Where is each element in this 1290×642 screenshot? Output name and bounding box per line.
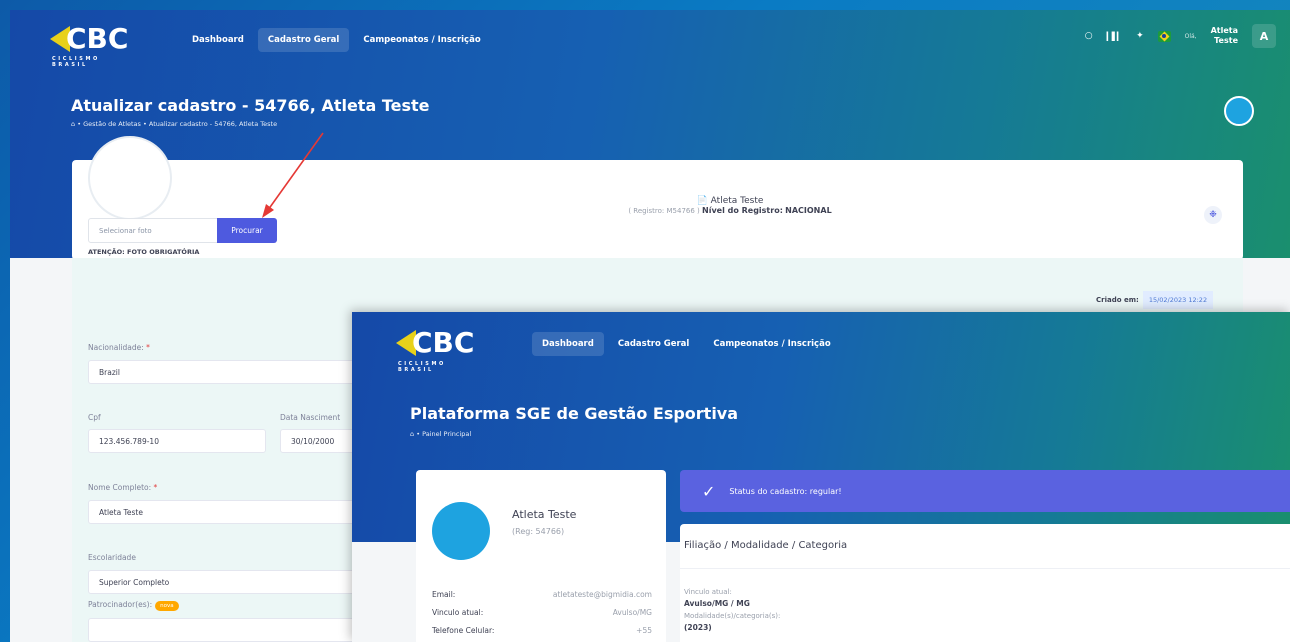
nome-label: Nome Completo: * xyxy=(88,483,158,492)
cbc-logo[interactable]: CBC CICLISMO BRASIL xyxy=(50,22,128,68)
procurar-button[interactable]: Procurar xyxy=(217,218,277,243)
breadcrumb: ⌂ • Gestão de Atletas • Atualizar cadast… xyxy=(71,120,278,128)
nova-badge: nova xyxy=(155,601,179,611)
globe-avatar-icon[interactable] xyxy=(1224,96,1254,126)
nacionalidade-label: Nacionalidade: * xyxy=(88,343,150,352)
photo-warning: ATENÇÃO: FOTO OBRIGATÓRIA xyxy=(88,248,200,256)
settings-icon[interactable]: ❉ xyxy=(1204,206,1222,224)
dashboard-screen: CBC CICLISMO BRASIL Dashboard Cadastro G… xyxy=(352,312,1290,642)
greeting: Olá, xyxy=(1184,32,1197,40)
breadcrumb: ⌂ • Painel Principal xyxy=(410,430,472,438)
check-icon: ✓ xyxy=(702,481,716,501)
nav-cadastro-geral[interactable]: Cadastro Geral xyxy=(608,332,700,356)
escolaridade-label: Escolaridade xyxy=(88,553,136,562)
stats-icon[interactable]: ▎▌▎ xyxy=(1107,32,1124,41)
cpf-label: Cpf xyxy=(88,413,101,422)
athlete-globe-avatar xyxy=(432,502,490,560)
modalidade-label: Modalidade(s)/categoria(s): xyxy=(684,612,781,620)
user-avatar[interactable]: A xyxy=(1252,24,1276,48)
cbc-logo[interactable]: CBC CICLISMO BRASIL xyxy=(396,326,474,373)
brazil-flag-icon[interactable] xyxy=(1157,30,1171,42)
modalidade-value: (2023) xyxy=(684,623,712,632)
home-icon[interactable]: ⌂ xyxy=(410,430,414,438)
home-icon[interactable]: ⌂ xyxy=(71,120,75,128)
nav-dashboard[interactable]: Dashboard xyxy=(532,332,604,356)
main-nav: Dashboard Cadastro Geral Campeonatos / I… xyxy=(532,332,841,356)
athlete-reg: (Reg: 54766) xyxy=(512,527,565,536)
cpf-field[interactable]: 123.456.789-10 xyxy=(88,429,266,453)
photo-file-input[interactable]: Selecionar foto xyxy=(88,218,228,243)
nascimento-label: Data Nasciment xyxy=(280,413,341,422)
filiacao-title: Filiação / Modalidade / Categoria xyxy=(684,540,848,551)
patrocinador-field[interactable] xyxy=(88,618,368,642)
patrocinador-label: Patrocinador(es): nova xyxy=(88,600,179,611)
status-banner: ✓ Status do cadastro: regular! xyxy=(680,470,1290,512)
page-title: Atualizar cadastro - 54766, Atleta Teste xyxy=(71,96,430,115)
page-title: Plataforma SGE de Gestão Esportiva xyxy=(410,404,739,423)
nav-dashboard[interactable]: Dashboard xyxy=(182,28,254,52)
vinculo-row: Vinculo atual: Avulso/MG xyxy=(432,608,652,617)
photo-placeholder xyxy=(88,136,172,220)
nav-cadastro-geral[interactable]: Cadastro Geral xyxy=(257,28,350,52)
vinculo-atual-label: Vinculo atual: xyxy=(684,588,732,596)
escolaridade-select[interactable]: Superior Completo xyxy=(88,570,368,594)
nacionalidade-select[interactable]: Brazil xyxy=(88,360,368,384)
nav-campeonatos[interactable]: Campeonatos / Inscrição xyxy=(703,332,840,356)
apps-icon[interactable]: ✦ xyxy=(1136,31,1144,41)
nav-campeonatos[interactable]: Campeonatos / Inscrição xyxy=(353,28,490,52)
athlete-name: Atleta Teste xyxy=(512,508,577,521)
user-name[interactable]: Atleta Teste xyxy=(1211,26,1238,45)
top-right-toolbar: ○ ▎▌▎ ✦ Olá, Atleta Teste A xyxy=(1085,24,1276,48)
document-icon: 📄 xyxy=(696,196,708,206)
athlete-summary: 📄 Atleta Teste ( Registro: M54766 ) Níve… xyxy=(628,196,832,215)
telefone-row: Telefone Celular: +55 xyxy=(432,626,652,635)
email-row: Email: atletateste@bigmidia.com xyxy=(432,590,652,599)
vinculo-atual-value: Avulso/MG / MG xyxy=(684,599,750,608)
created-at: Criado em: 15/02/2023 12:22 xyxy=(1096,291,1214,309)
annotation-arrow xyxy=(262,132,324,218)
nome-field[interactable]: Atleta Teste xyxy=(88,500,368,524)
divider xyxy=(680,568,1290,569)
search-icon[interactable]: ○ xyxy=(1085,31,1093,41)
main-nav: Dashboard Cadastro Geral Campeonatos / I… xyxy=(182,28,491,52)
